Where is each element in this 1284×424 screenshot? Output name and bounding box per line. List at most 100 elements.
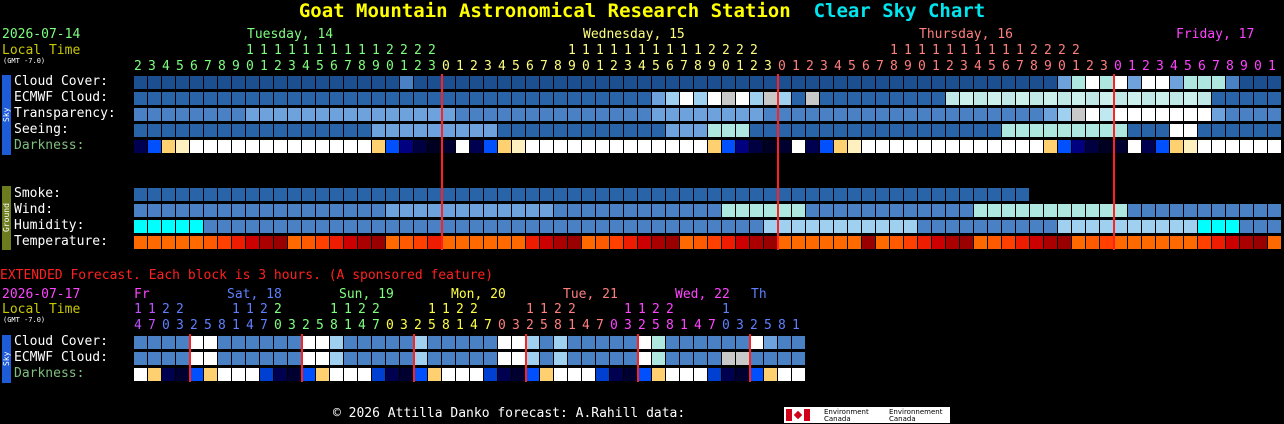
forecast-cell[interactable] bbox=[456, 76, 469, 89]
forecast-cell[interactable] bbox=[792, 76, 805, 89]
forecast-cell[interactable] bbox=[358, 188, 371, 201]
forecast-cell[interactable] bbox=[582, 92, 595, 105]
forecast-cell[interactable] bbox=[890, 76, 903, 89]
forecast-cell[interactable] bbox=[1184, 92, 1197, 105]
forecast-cell[interactable] bbox=[358, 140, 371, 153]
forecast-cell[interactable] bbox=[246, 236, 259, 249]
ext-forecast-cell[interactable] bbox=[176, 336, 189, 349]
forecast-cell[interactable] bbox=[162, 220, 175, 233]
forecast-cell[interactable] bbox=[638, 140, 651, 153]
forecast-cell[interactable] bbox=[470, 188, 483, 201]
forecast-cell[interactable] bbox=[1170, 124, 1183, 137]
ext-forecast-cell[interactable] bbox=[344, 368, 357, 381]
forecast-cell[interactable] bbox=[1254, 236, 1267, 249]
ext-forecast-cell[interactable] bbox=[708, 368, 721, 381]
forecast-cell[interactable] bbox=[792, 204, 805, 217]
ext-forecast-cell[interactable] bbox=[736, 368, 749, 381]
forecast-cell[interactable] bbox=[1002, 236, 1015, 249]
forecast-cell[interactable] bbox=[820, 76, 833, 89]
forecast-cell[interactable] bbox=[1142, 220, 1155, 233]
forecast-cell[interactable] bbox=[1184, 220, 1197, 233]
forecast-cell[interactable] bbox=[694, 188, 707, 201]
forecast-cell[interactable] bbox=[918, 220, 931, 233]
forecast-cell[interactable] bbox=[1016, 220, 1029, 233]
forecast-cell[interactable] bbox=[148, 124, 161, 137]
ext-forecast-cell[interactable] bbox=[554, 368, 567, 381]
ext-forecast-cell[interactable] bbox=[442, 352, 455, 365]
forecast-cell[interactable] bbox=[792, 92, 805, 105]
forecast-cell[interactable] bbox=[624, 204, 637, 217]
forecast-cell[interactable] bbox=[1128, 236, 1141, 249]
forecast-cell[interactable] bbox=[764, 76, 777, 89]
forecast-cell[interactable] bbox=[512, 92, 525, 105]
forecast-cell[interactable] bbox=[1058, 236, 1071, 249]
forecast-cell[interactable] bbox=[1114, 220, 1127, 233]
forecast-cell[interactable] bbox=[428, 108, 441, 121]
ext-forecast-cell[interactable] bbox=[372, 368, 385, 381]
forecast-cell[interactable] bbox=[302, 220, 315, 233]
forecast-cell[interactable] bbox=[876, 124, 889, 137]
ext-forecast-cell[interactable] bbox=[372, 336, 385, 349]
forecast-cell[interactable] bbox=[848, 124, 861, 137]
forecast-cell[interactable] bbox=[288, 108, 301, 121]
forecast-cell[interactable] bbox=[1030, 76, 1043, 89]
ext-forecast-cell[interactable] bbox=[442, 336, 455, 349]
forecast-cell[interactable] bbox=[1100, 236, 1113, 249]
ext-forecast-cell[interactable] bbox=[274, 352, 287, 365]
forecast-cell[interactable] bbox=[680, 108, 693, 121]
forecast-cell[interactable] bbox=[890, 140, 903, 153]
forecast-cell[interactable] bbox=[694, 76, 707, 89]
forecast-cell[interactable] bbox=[470, 76, 483, 89]
forecast-cell[interactable] bbox=[876, 220, 889, 233]
forecast-cell[interactable] bbox=[232, 204, 245, 217]
forecast-cell[interactable] bbox=[582, 220, 595, 233]
forecast-cell[interactable] bbox=[554, 188, 567, 201]
forecast-cell[interactable] bbox=[876, 188, 889, 201]
ext-forecast-cell[interactable] bbox=[204, 336, 217, 349]
forecast-cell[interactable] bbox=[414, 92, 427, 105]
forecast-cell[interactable] bbox=[932, 124, 945, 137]
forecast-cell[interactable] bbox=[1226, 76, 1239, 89]
forecast-cell[interactable] bbox=[1128, 204, 1141, 217]
forecast-cell[interactable] bbox=[778, 76, 791, 89]
forecast-cell[interactable] bbox=[1030, 124, 1043, 137]
forecast-cell[interactable] bbox=[792, 188, 805, 201]
forecast-cell[interactable] bbox=[372, 92, 385, 105]
forecast-cell[interactable] bbox=[610, 188, 623, 201]
forecast-cell[interactable] bbox=[988, 108, 1001, 121]
forecast-cell[interactable] bbox=[722, 76, 735, 89]
forecast-cell[interactable] bbox=[428, 220, 441, 233]
forecast-cell[interactable] bbox=[1030, 92, 1043, 105]
ext-forecast-cell[interactable] bbox=[428, 352, 441, 365]
forecast-cell[interactable] bbox=[358, 220, 371, 233]
ext-forecast-cell[interactable] bbox=[134, 368, 147, 381]
forecast-cell[interactable] bbox=[806, 140, 819, 153]
forecast-cell[interactable] bbox=[400, 220, 413, 233]
forecast-cell[interactable] bbox=[624, 188, 637, 201]
forecast-cell[interactable] bbox=[582, 204, 595, 217]
forecast-cell[interactable] bbox=[764, 236, 777, 249]
forecast-cell[interactable] bbox=[134, 124, 147, 137]
ext-forecast-cell[interactable] bbox=[260, 352, 273, 365]
forecast-cell[interactable] bbox=[414, 220, 427, 233]
forecast-cell[interactable] bbox=[218, 76, 231, 89]
ext-forecast-cell[interactable] bbox=[638, 352, 651, 365]
ext-forecast-cell[interactable] bbox=[722, 352, 735, 365]
forecast-cell[interactable] bbox=[1100, 220, 1113, 233]
forecast-cell[interactable] bbox=[652, 108, 665, 121]
forecast-cell[interactable] bbox=[176, 108, 189, 121]
forecast-cell[interactable] bbox=[442, 108, 455, 121]
forecast-cell[interactable] bbox=[274, 236, 287, 249]
forecast-cell[interactable] bbox=[652, 92, 665, 105]
forecast-cell[interactable] bbox=[1016, 236, 1029, 249]
forecast-cell[interactable] bbox=[862, 140, 875, 153]
forecast-cell[interactable] bbox=[848, 76, 861, 89]
forecast-cell[interactable] bbox=[1058, 220, 1071, 233]
ext-forecast-cell[interactable] bbox=[652, 336, 665, 349]
forecast-cell[interactable] bbox=[1254, 92, 1267, 105]
forecast-cell[interactable] bbox=[498, 92, 511, 105]
forecast-cell[interactable] bbox=[1184, 236, 1197, 249]
forecast-cell[interactable] bbox=[820, 236, 833, 249]
forecast-cell[interactable] bbox=[386, 204, 399, 217]
forecast-cell[interactable] bbox=[1030, 220, 1043, 233]
